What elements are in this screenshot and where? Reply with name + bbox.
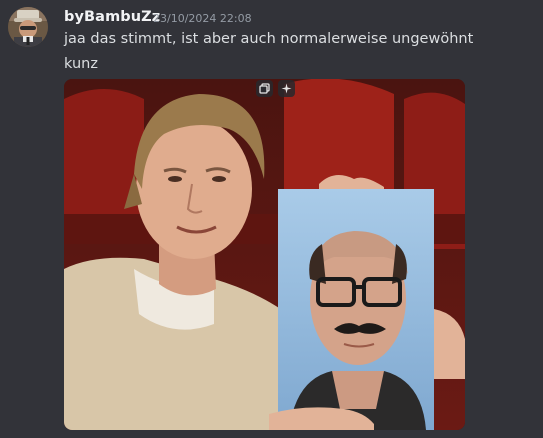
copy-icon[interactable]: [256, 80, 273, 97]
attachment-image: [64, 79, 465, 430]
media-actions: [256, 80, 295, 97]
message-text: jaa das stimmt, ist aber auch normalerwe…: [64, 31, 474, 47]
username[interactable]: byBambuZz: [64, 9, 160, 25]
timestamp[interactable]: 23/10/2024 22:08: [153, 12, 252, 25]
sparkle-icon[interactable]: [278, 80, 295, 97]
message-text: kunz: [64, 56, 98, 72]
avatar[interactable]: [8, 7, 48, 47]
image-attachment[interactable]: [64, 79, 465, 430]
avatar-image: [8, 7, 48, 47]
